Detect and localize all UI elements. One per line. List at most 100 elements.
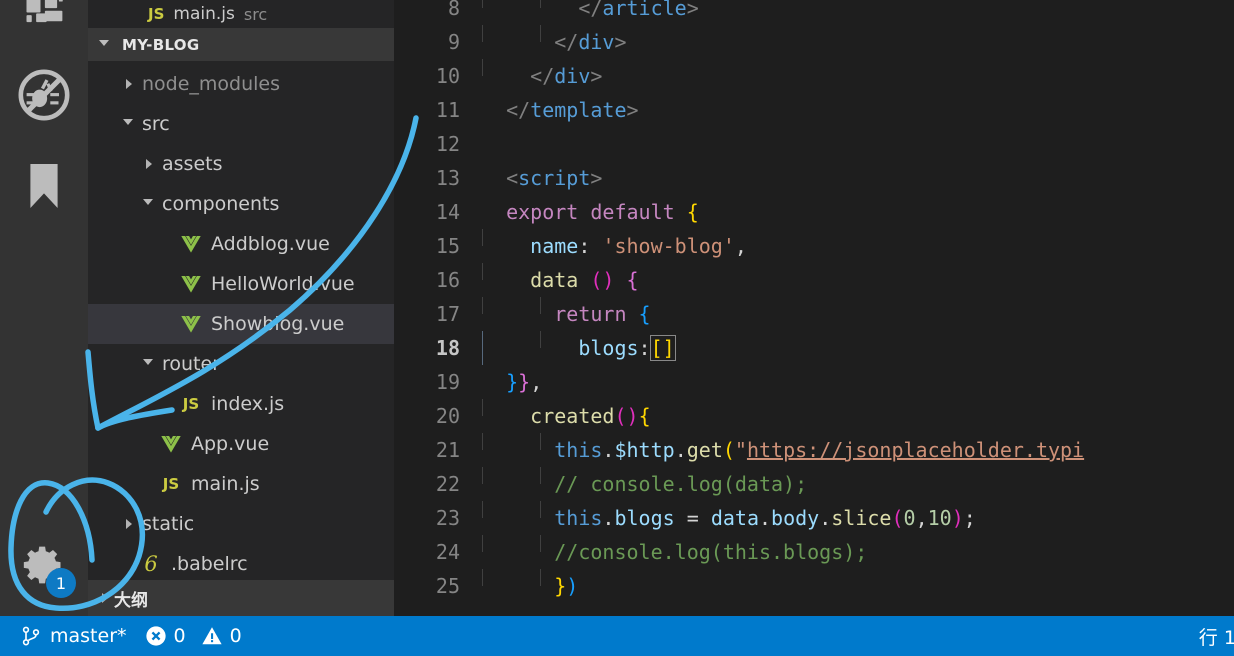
code-token: </ [506, 98, 531, 122]
js-file-icon: JS [148, 5, 165, 23]
tree-item-label: .babelrc [171, 553, 248, 575]
status-git-branch[interactable]: master* [12, 616, 136, 656]
open-editor-item-main-js[interactable]: JS main.js src [88, 0, 394, 28]
code-token: $http [614, 438, 675, 462]
code-token: > [626, 98, 639, 122]
code-line-text[interactable]: export default { [482, 195, 1234, 229]
indent-guide [540, 467, 541, 484]
tree-item-label: src [142, 113, 170, 135]
explorer-project-header[interactable]: MY-BLOG [88, 28, 394, 61]
code-token: data [530, 268, 579, 292]
vue-file-icon [161, 435, 181, 453]
indent-guide [482, 399, 483, 416]
chevron-right-icon [98, 590, 114, 606]
status-problems[interactable]: 0 0 [136, 616, 256, 656]
code-line-text[interactable]: data () { [482, 263, 1234, 297]
code-line-text[interactable]: //console.log(this.blogs); [482, 535, 1234, 569]
tree-item-router[interactable]: router [88, 344, 394, 384]
code-token: () [590, 268, 615, 292]
tree-item-label: main.js [191, 473, 260, 495]
code-line: 19 }}, [394, 365, 1234, 399]
tree-item-main-js[interactable]: JS main.js [88, 464, 394, 504]
code-line-text[interactable]: this.$http.get("https://jsonplaceholder.… [482, 433, 1234, 467]
tree-item-addblog-vue[interactable]: Addblog.vue [88, 224, 394, 264]
tree-item-index-js[interactable]: JS index.js [88, 384, 394, 424]
tree-item-components[interactable]: components [88, 184, 394, 224]
code-line: 25 }) [394, 569, 1234, 603]
code-token: . [674, 438, 687, 462]
line-number: 13 [435, 166, 460, 190]
code-line-text[interactable]: </article> [482, 0, 1234, 25]
vue-file-icon [158, 435, 184, 453]
code-line-text[interactable]: <script> [482, 161, 1234, 195]
line-number: 25 [435, 574, 460, 598]
open-editor-name: main.js [173, 4, 235, 24]
tree-item-node-modules[interactable]: node_modules [88, 64, 394, 104]
indent-guide [482, 229, 483, 246]
code-line: 14 export default { [394, 195, 1234, 229]
code-token: https://jsonplaceholder.typi [746, 438, 1085, 462]
tree-item-assets[interactable]: assets [88, 144, 394, 184]
tree-item-src[interactable]: src [88, 104, 394, 144]
vue-file-icon [178, 275, 204, 293]
code-line-text[interactable]: </template> [482, 93, 1234, 127]
code-line-text[interactable]: blogs:[] [482, 331, 1234, 365]
tree-item-babelrc[interactable]: 6 .babelrc [88, 544, 394, 584]
tree-item-helloworld-vue[interactable]: HelloWorld.vue [88, 264, 394, 304]
code-line-text[interactable]: // console.log(data); [482, 467, 1234, 501]
code-token: this [554, 506, 603, 530]
code-line-text[interactable]: this.blogs = data.body.slice(0,10); [482, 501, 1234, 535]
code-line-text[interactable]: return { [482, 297, 1234, 331]
tree-item-label: Addblog.vue [211, 233, 330, 255]
file-tree: node_modulessrc assets components Addblog.v… [88, 61, 394, 584]
workbench-body: 1 JS main.js src MY-BLOG node_modules src… [0, 0, 1234, 616]
line-number: 9 [447, 30, 460, 54]
code-token: data [710, 506, 759, 530]
tree-item-static[interactable]: static [88, 504, 394, 544]
chevron-right-icon [122, 76, 138, 92]
code-token: article [602, 0, 687, 20]
line-number: 11 [435, 98, 460, 122]
code-token: </ [530, 64, 555, 88]
error-count: 0 [173, 625, 186, 647]
code-token: ) [951, 506, 964, 530]
indent-guide [540, 569, 541, 586]
chevron-right-icon [122, 516, 138, 532]
code-line: 20 created(){ [394, 399, 1234, 433]
code-token: } [518, 370, 531, 394]
code-line-text[interactable]: created(){ [482, 399, 1234, 433]
code-line-text[interactable]: }) [482, 569, 1234, 603]
bookmark-icon[interactable] [0, 158, 88, 214]
code-lines: 8 </article> 9 </div> 10 </div> 11 </templa… [394, 0, 1234, 616]
outline-section-header[interactable]: 大纲 [88, 580, 394, 616]
indent-guide [540, 433, 541, 450]
chevron-down-icon [142, 196, 158, 212]
code-line-text[interactable]: }}, [482, 365, 1234, 399]
code-token: > [590, 166, 603, 190]
code-token: export default [506, 200, 687, 224]
code-editor[interactable]: 8 </article> 9 </div> 10 </div> 11 </templa… [394, 0, 1234, 616]
tree-item-app-vue[interactable]: App.vue [88, 424, 394, 464]
tree-item-showblog-vue[interactable]: Showblog.vue [88, 304, 394, 344]
status-cursor-position[interactable]: 行 18 [1199, 623, 1234, 650]
code-token: </ [554, 30, 579, 54]
code-token: { [686, 200, 699, 224]
tree-item-label: HelloWorld.vue [211, 273, 355, 295]
extensions-icon[interactable] [0, 0, 88, 44]
code-line: 8 </article> [394, 0, 1234, 25]
debug-disabled-icon[interactable] [0, 66, 88, 124]
code-line: 12 [394, 127, 1234, 161]
code-line-text[interactable]: </div> [482, 25, 1234, 59]
code-line-text[interactable]: name: 'show-blog', [482, 229, 1234, 263]
code-line-text[interactable]: </div> [482, 59, 1234, 93]
code-token: ; [963, 506, 976, 530]
